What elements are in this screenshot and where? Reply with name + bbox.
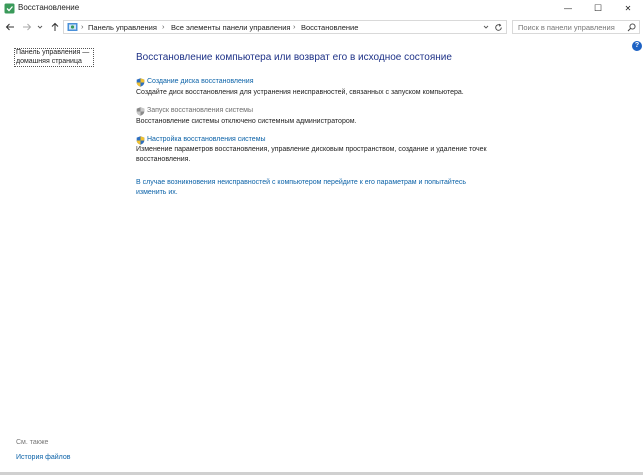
open-system-restore-link: Запуск восстановления системы [147,107,253,114]
admin-shield-icon [136,78,145,87]
control-panel-home-link[interactable]: Панель управления — домашняя страница [14,48,94,67]
configure-system-restore-link[interactable]: Настройка восстановления системы [147,136,266,143]
close-button[interactable]: ✕ [613,0,643,17]
back-arrow-icon [5,23,14,31]
minimize-icon: — [564,4,572,13]
search-input[interactable]: Поиск в панели управления [512,20,640,34]
breadcrumb-control-panel[interactable]: Панель управления [88,23,157,32]
recovery-app-icon [4,3,15,14]
admin-shield-icon [136,107,145,116]
minimize-button[interactable]: — [553,0,583,17]
maximize-button[interactable]: ☐ [583,0,613,17]
address-bar: › Панель управления › Все элементы панел… [0,17,643,37]
breadcrumb-separator-icon: › [293,22,296,31]
maximize-icon: ☐ [593,3,603,13]
breadcrumb-separator-icon: › [81,22,84,31]
up-arrow-icon [51,22,59,31]
breadcrumb-all-items[interactable]: Все элементы панели управления [171,23,290,32]
up-button[interactable] [49,21,61,33]
task-description: Восстановление системы отключено системн… [136,118,357,125]
search-icon[interactable] [627,23,636,32]
refresh-icon[interactable] [494,23,503,32]
chevron-down-icon[interactable] [483,24,489,30]
task-description: Создайте диск восстановления для устране… [136,89,464,96]
breadcrumb[interactable]: › Панель управления › Все элементы панел… [63,20,507,34]
page-title: Восстановление компьютера или возврат ег… [136,52,452,63]
back-button[interactable] [4,21,16,33]
see-also-label: См. также [16,439,49,446]
title-bar: Восстановление — ☐ ✕ [0,0,643,17]
close-icon: ✕ [624,4,632,13]
recent-locations-button[interactable] [36,21,44,33]
admin-shield-icon [136,136,145,145]
troubleshoot-settings-link[interactable]: В случае возникновения неисправностей с … [136,178,496,197]
breadcrumb-separator-icon: › [162,22,165,31]
create-recovery-drive-link[interactable]: Создание диска восстановления [147,78,253,85]
control-panel-icon [67,23,78,31]
forward-button[interactable] [21,21,33,33]
chevron-down-icon [37,25,43,29]
task-description: Изменение параметров восстановления, упр… [136,146,487,163]
help-icon[interactable]: ? [632,41,642,51]
window-title: Восстановление [18,3,80,12]
breadcrumb-recovery[interactable]: Восстановление [301,23,358,32]
forward-arrow-icon [23,23,32,31]
file-history-link[interactable]: История файлов [16,454,70,461]
search-placeholder: Поиск в панели управления [518,23,615,32]
